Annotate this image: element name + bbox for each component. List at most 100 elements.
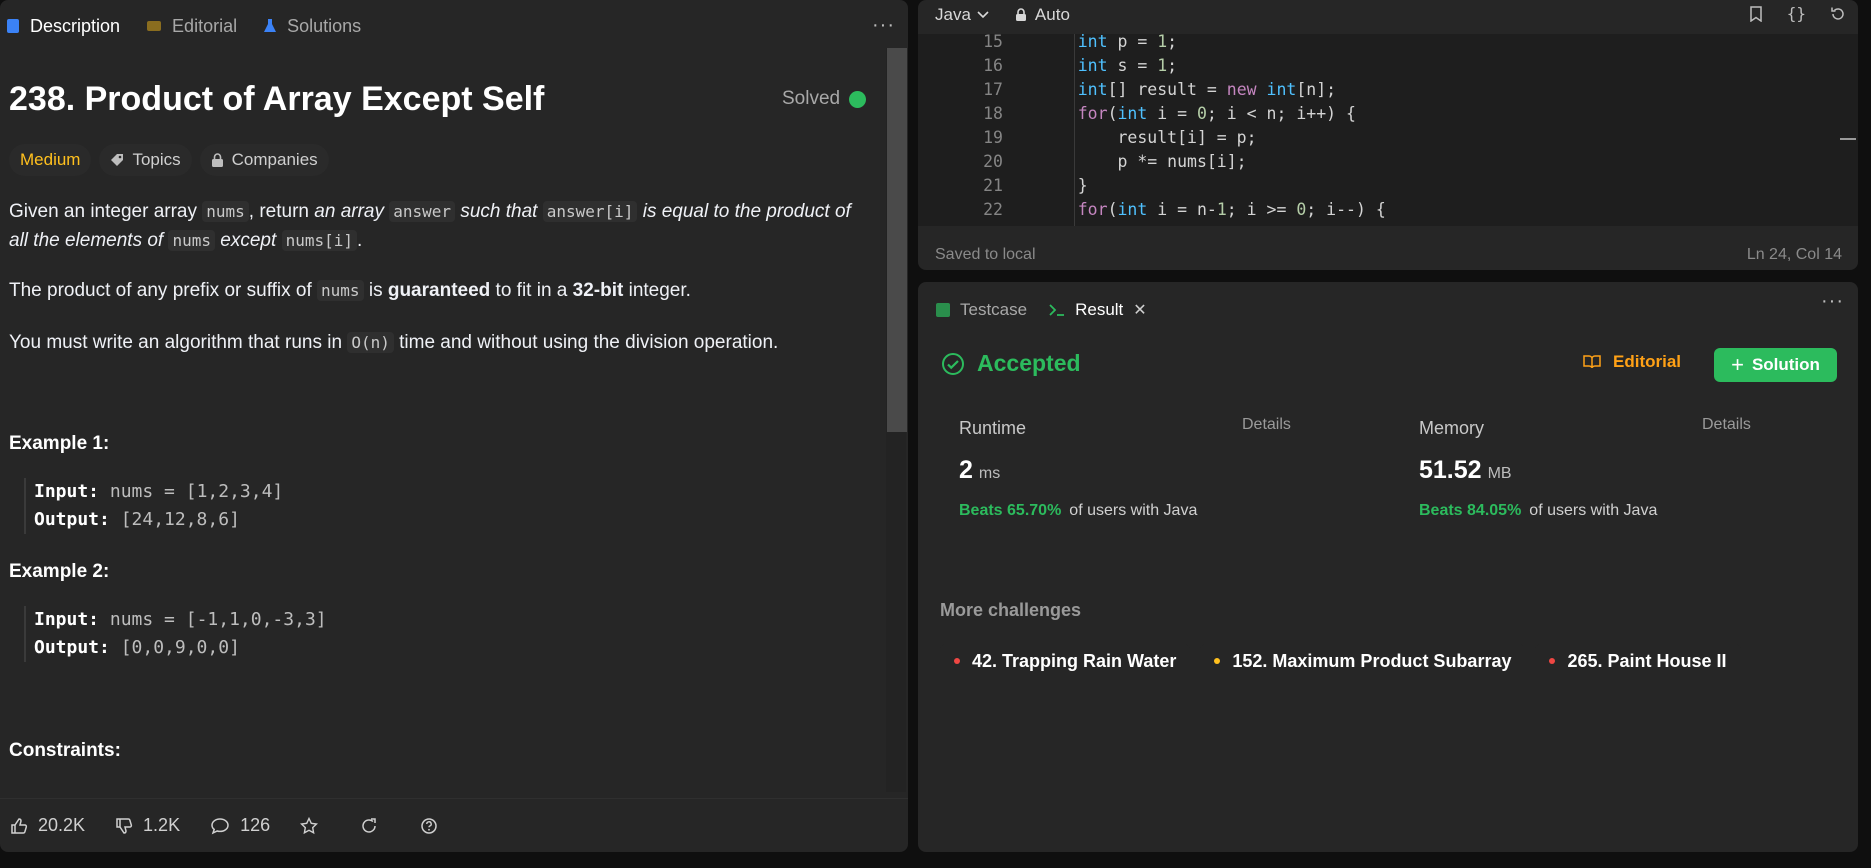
input-label: Input: (34, 481, 100, 502)
difficulty-dot (1549, 658, 1556, 664)
input-value: nums = [-1,1,0,-3,3] (109, 609, 327, 630)
line-number: 16 (983, 56, 1003, 75)
result-panel: Testcase Result ✕ ··· Accepted Editorial… (918, 282, 1858, 852)
inline-code: nums (168, 230, 216, 251)
runtime-beats-percent: Beats 65.70% (959, 502, 1062, 519)
memory-value-row: 51.52 MB (1419, 456, 1512, 485)
lock-icon (211, 152, 224, 168)
problem-tags: Medium Topics Companies (9, 144, 337, 176)
text: The product of any prefix or suffix of (9, 280, 318, 301)
code-line[interactable]: 18 for(int i = 0; i < n; i++) { (918, 102, 1858, 126)
companies-tag[interactable]: Companies (199, 144, 329, 176)
problem-title[interactable]: 238. Product of Array Except Self (9, 80, 544, 119)
input-label: Input: (34, 609, 100, 630)
solved-label: Solved (782, 88, 841, 109)
line-number: 15 (983, 34, 1003, 51)
code-line[interactable]: 15 int p = 1; (918, 34, 1858, 54)
tag-icon (110, 153, 124, 167)
line-code: for(int i = n-1; i >= 0; i--) { (1077, 200, 1386, 219)
line-code: result[i] = p; (1038, 128, 1257, 147)
line-number: 18 (983, 104, 1003, 123)
scrollbar-thumb[interactable] (887, 48, 907, 432)
code-line[interactable]: 17 int[] result = new int[n]; (918, 78, 1858, 102)
topics-tag[interactable]: Topics (99, 144, 192, 176)
challenge-item[interactable]: 42. Trapping Rain Water (940, 644, 1191, 678)
line-code: for(int i = 0; i < n; i++) { (1077, 104, 1356, 123)
runtime-beats-suffix: of users with Java (1069, 502, 1198, 519)
auto-mode-toggle[interactable]: Auto (1015, 5, 1070, 25)
code-line[interactable]: 22 for(int i = n-1; i >= 0; i--) { (918, 198, 1858, 222)
question-icon (420, 817, 438, 835)
challenge-item[interactable]: 265. Paint House II (1535, 644, 1741, 678)
submission-status: Accepted (941, 350, 1081, 377)
text: is (363, 280, 388, 301)
tab-editorial[interactable]: Editorial (146, 0, 237, 52)
runtime-details-link[interactable]: Details (1242, 416, 1291, 434)
runtime-unit: ms (978, 465, 1001, 482)
runtime-value-row: 2 ms (959, 456, 1000, 485)
comment-icon (210, 817, 230, 835)
bookmark-icon[interactable] (1749, 5, 1763, 22)
runtime-beats: Beats 65.70% of users with Java (959, 502, 1197, 520)
example-1-block: Input: nums = [1,2,3,4] Output: [24,12,8… (24, 478, 283, 534)
chevron-down-icon (977, 11, 989, 19)
runtime-card[interactable]: Runtime Details 2 ms Beats 65.70% of users… (918, 394, 1358, 532)
memory-beats: Beats 84.05% of users with Java (1419, 502, 1657, 520)
challenge-title: 42. Trapping Rain Water (972, 650, 1177, 671)
memory-beats-percent: Beats 84.05% (1419, 502, 1522, 519)
mode-label: Auto (1034, 5, 1070, 24)
left-tab-bar: Description Editorial Solutions (0, 0, 908, 52)
solution-label: Solution (1751, 355, 1820, 374)
code-line[interactable]: 20 p *= nums[i]; (918, 150, 1858, 174)
line-number: 19 (983, 128, 1003, 147)
code-line[interactable]: 21 } (918, 174, 1858, 198)
inline-code: answer[i] (542, 201, 638, 222)
thumbs-up-icon (10, 817, 28, 835)
tab-description[interactable]: Description (6, 0, 120, 52)
reset-icon[interactable] (1830, 6, 1846, 22)
inline-code: answer (389, 201, 456, 222)
inline-code: nums (202, 201, 249, 222)
like-button[interactable]: 20.2K (10, 815, 85, 836)
code-line[interactable]: 16 int s = 1; (918, 54, 1858, 78)
memory-details-link[interactable]: Details (1702, 416, 1751, 434)
line-code: int p = 1; (1077, 34, 1178, 51)
tab-result[interactable]: Result ✕ (1049, 294, 1147, 326)
cursor-position: Ln 24, Col 14 (1746, 246, 1842, 263)
description-paragraph-1: Given an integer array nums, return an a… (9, 197, 869, 255)
dislike-button[interactable]: 1.2K (115, 815, 180, 836)
dislike-count: 1.2K (143, 815, 181, 835)
example-2-heading: Example 2: (9, 561, 110, 582)
favorite-button[interactable] (300, 816, 328, 835)
bold-text: 32-bit (572, 280, 624, 301)
tab-solutions[interactable]: Solutions (263, 0, 361, 52)
language-selector[interactable]: Java (935, 5, 989, 25)
example-1-heading: Example 1: (9, 433, 110, 454)
code-line[interactable]: 19 result[i] = p; (918, 126, 1858, 150)
post-solution-button[interactable]: + Solution (1714, 348, 1837, 382)
share-icon (360, 817, 378, 835)
tab-testcase[interactable]: Testcase (936, 294, 1027, 326)
memory-card[interactable]: Memory Details 51.52 MB Beats 84.05% of us… (1378, 394, 1818, 532)
tab-label: Editorial (172, 15, 238, 36)
more-options-icon[interactable]: ··· (872, 14, 895, 37)
editorial-button[interactable]: Editorial (1583, 352, 1681, 372)
text: , return (248, 201, 315, 222)
save-status: Saved to local (935, 246, 1036, 263)
tab-label: Testcase (960, 300, 1028, 319)
share-button[interactable] (360, 817, 388, 835)
comments-button[interactable]: 126 (210, 815, 270, 836)
close-icon[interactable]: ✕ (1133, 300, 1146, 320)
topics-label: Topics (132, 150, 181, 169)
line-number: 17 (983, 80, 1003, 99)
plus-icon: + (1731, 352, 1744, 377)
help-button[interactable] (420, 817, 448, 835)
challenge-item[interactable]: 152. Maximum Product Subarray (1200, 644, 1526, 678)
code-area[interactable]: 15 int p = 1; 16 int s = 1; 17 int[] resul… (918, 34, 1858, 226)
line-number: 20 (983, 152, 1003, 171)
difficulty-dot (954, 658, 960, 664)
more-options-icon[interactable]: ··· (1821, 290, 1844, 313)
text: to fit in a (490, 280, 573, 301)
book-icon (146, 19, 162, 33)
format-code-icon[interactable]: {} (1787, 4, 1806, 23)
